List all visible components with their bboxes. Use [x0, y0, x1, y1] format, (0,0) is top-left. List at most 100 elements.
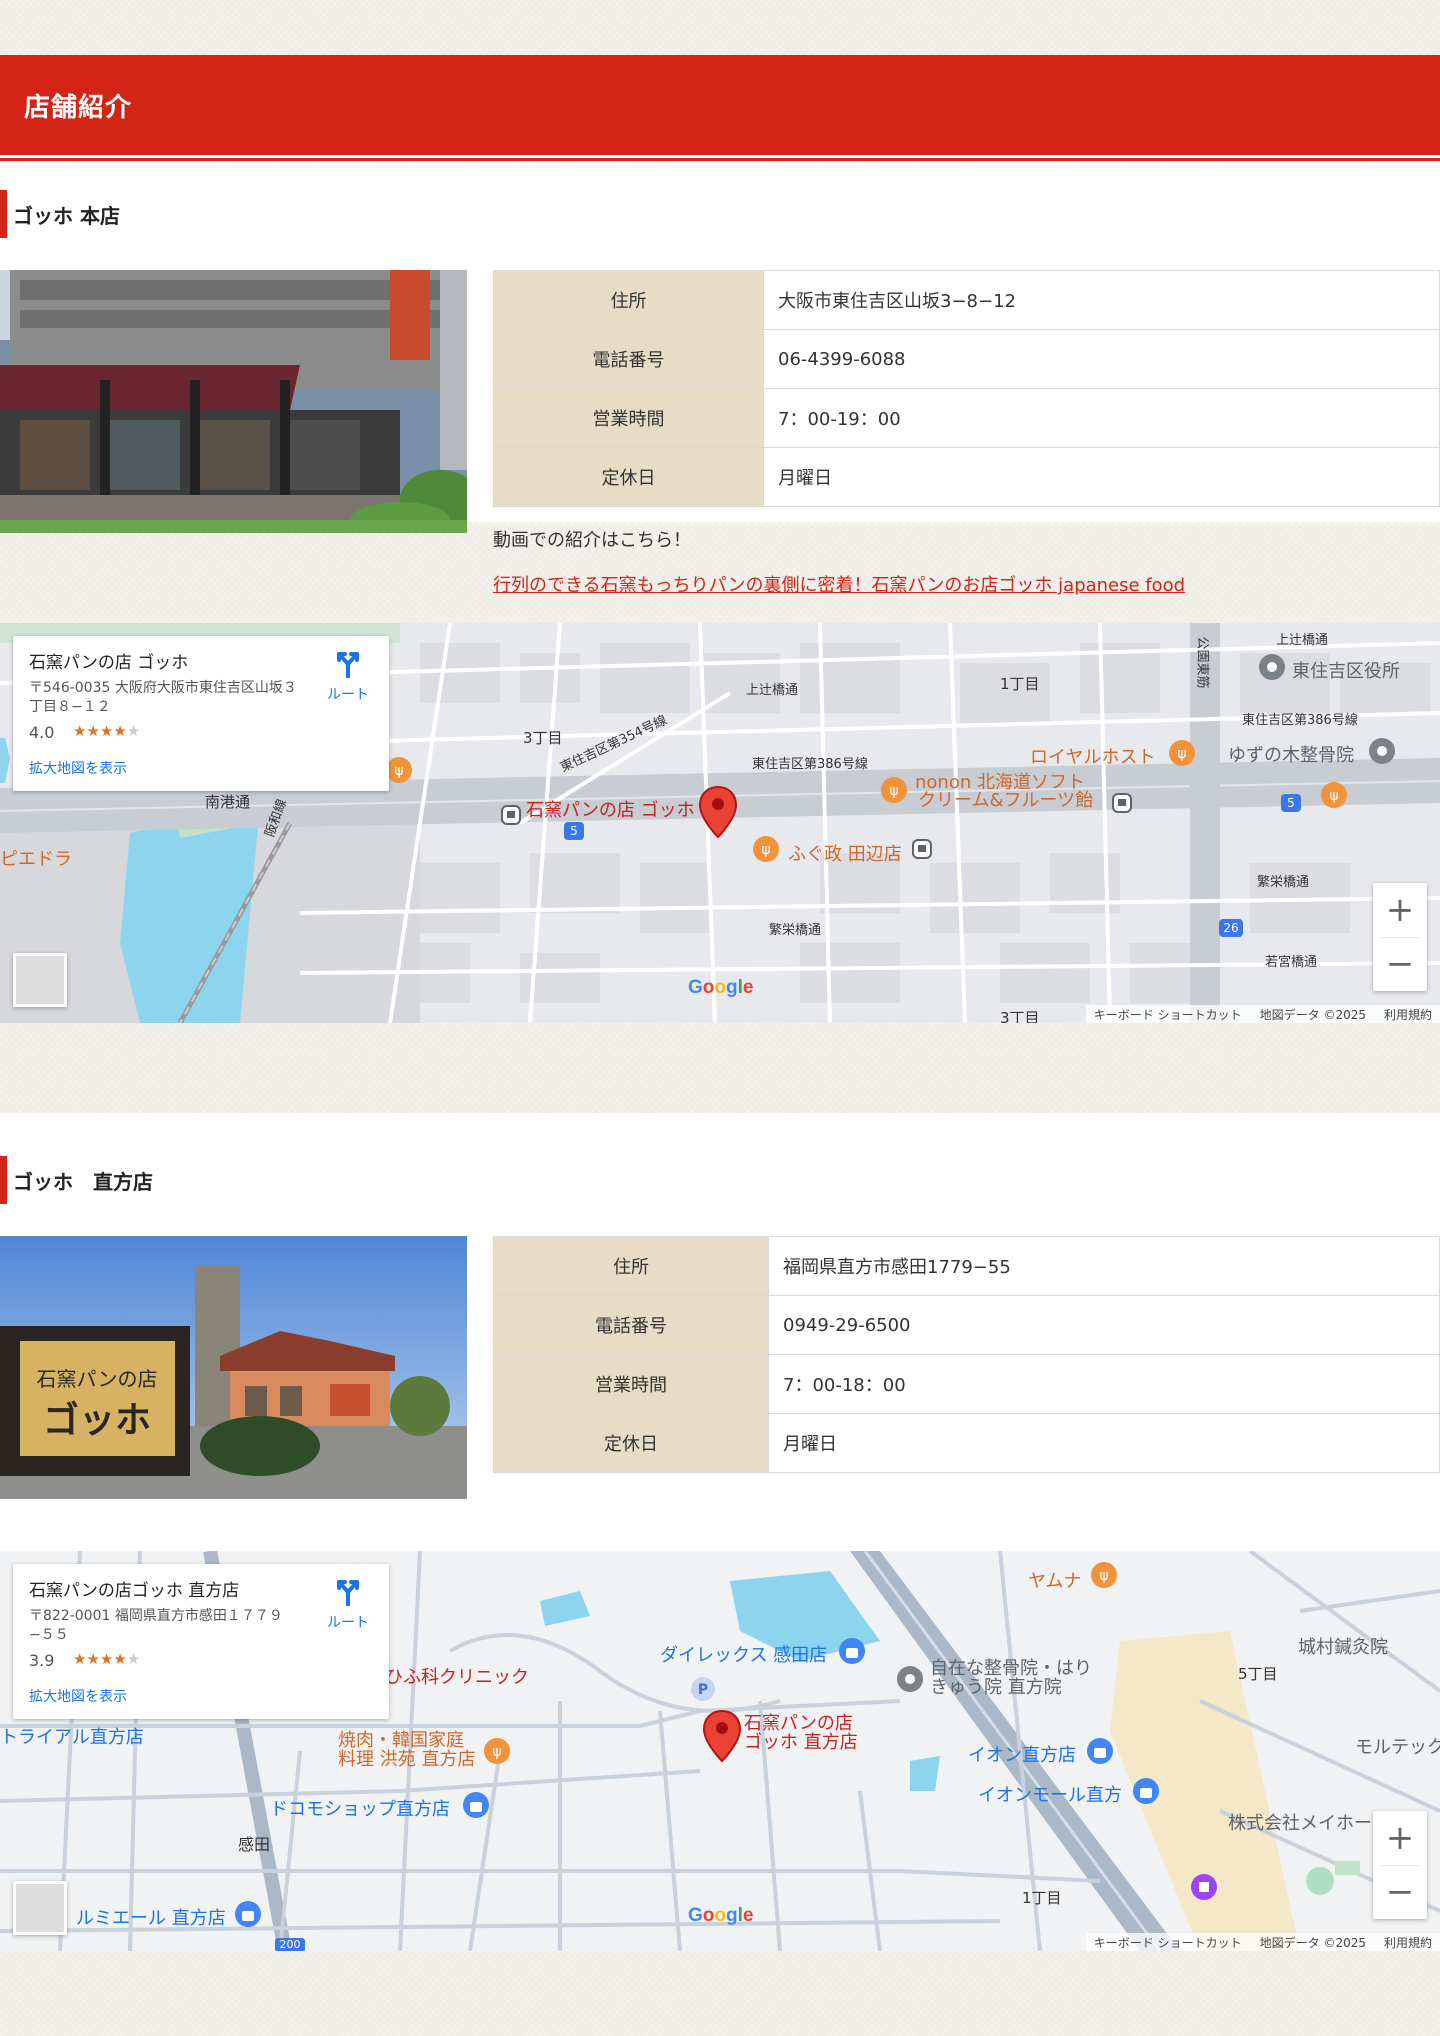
terms-link[interactable]: 利用規約 [1384, 1006, 1432, 1023]
landmark-icon[interactable] [1190, 1873, 1218, 1901]
map-nogata[interactable]: 石窯パンの店 ゴッホ 直方店 ヤムナ ダイレックス 感田店 自在な整骨院・はり … [0, 1551, 1440, 1951]
map-honten[interactable]: 石窯パンの店 ゴッホ 東住吉区役所 ロイヤルホスト ゆずの木整骨院 nonon … [0, 623, 1440, 1023]
store-photo-honten [0, 270, 467, 533]
table-row: 営業時間 7：00-19：00 [493, 388, 1440, 448]
restaurant-icon[interactable]: ψ [1168, 739, 1196, 767]
poi-clinic[interactable]: ひふ科クリニック [385, 1663, 529, 1689]
pegman-icon[interactable] [13, 953, 67, 1007]
table-row: 定休日 月曜日 [493, 1413, 1440, 1473]
table-row: 電話番号 0949-29-6500 [493, 1295, 1440, 1355]
shopping-icon[interactable] [838, 1637, 866, 1665]
poi-jizai-2[interactable]: きゅう院 直方院 [930, 1678, 1062, 1697]
map-data-text: 地図データ ©2025 [1259, 1935, 1366, 1950]
address-label: 住所 [493, 1236, 769, 1296]
poi-aeon[interactable]: イオン直方店 [968, 1741, 1076, 1767]
street-386b: 東住吉区第386号線 [1242, 713, 1358, 728]
larger-map-link[interactable]: 拡大地図を表示 [29, 758, 127, 778]
table-row: 営業時間 7：00-18：00 [493, 1354, 1440, 1414]
poi-royal-host[interactable]: ロイヤルホスト [1030, 743, 1155, 769]
marker-pin-icon[interactable] [702, 1709, 742, 1763]
place-card: 石窯パンの店ゴッホ 直方店 〒822-0001 福岡県直方市感田１７７９−５５ … [13, 1564, 389, 1719]
parking-icon[interactable]: P [690, 1676, 716, 1702]
shopping-icon[interactable] [462, 1791, 490, 1819]
keyboard-shortcuts-link[interactable]: キーボード ショートカット [1094, 1934, 1242, 1951]
google-logo: Google [688, 1905, 754, 1926]
poi-yakiniku-1[interactable]: 焼肉・韓国家庭 [338, 1731, 464, 1750]
place-address: 〒546-0035 大阪府大阪市東住吉区山坂３丁目８−１２ [29, 680, 297, 715]
bus-stop-icon[interactable] [501, 805, 521, 825]
place-card: 石窯パンの店 ゴッホ 〒546-0035 大阪府大阪市東住吉区山坂３丁目８−１２… [13, 636, 389, 791]
street-kamitsuji-2: 上辻橋通 [1276, 633, 1329, 648]
poi-yamuna[interactable]: ヤムナ [1028, 1567, 1081, 1593]
bus-stop-icon[interactable] [912, 839, 932, 859]
restaurant-icon[interactable]: ψ [385, 756, 413, 784]
zoom-out-button[interactable]: − [1373, 1865, 1427, 1919]
landmark-icon[interactable] [1258, 653, 1286, 681]
store-info-table-honten: 住所 大阪市東住吉区山坂3−8−12 電話番号 06-4399-6088 営業時… [493, 270, 1440, 507]
bus-stop-icon[interactable] [1112, 793, 1132, 813]
poi-higashisumiyoshi[interactable]: 東住吉区役所 [1292, 657, 1400, 683]
directions-icon [337, 652, 359, 679]
street-hanei-1: 繁栄橋通 [769, 923, 822, 938]
poi-lumiere[interactable]: ルミエール 直方店 [76, 1904, 226, 1930]
poi-aeonmall[interactable]: イオンモール直方 [978, 1781, 1122, 1807]
pegman-icon[interactable] [13, 1881, 67, 1935]
poi-piedora[interactable]: ピエドラ [0, 845, 72, 871]
landmark-icon[interactable] [1368, 737, 1396, 765]
table-row: 住所 福岡県直方市感田1779−55 [493, 1236, 1440, 1296]
district-1chome: 1丁目 [1022, 1889, 1062, 1907]
closed-value: 月曜日 [763, 447, 1440, 507]
terms-link[interactable]: 利用規約 [1384, 1934, 1432, 1951]
zoom-in-button[interactable]: + [1373, 883, 1427, 937]
street-hanei-2: 繁栄橋通 [1257, 875, 1310, 890]
restaurant-icon[interactable]: ψ [483, 1737, 511, 1765]
poi-fukumasa[interactable]: ふぐ政 田辺店 [788, 840, 902, 866]
keyboard-shortcuts-link[interactable]: キーボード ショートカット [1094, 1006, 1242, 1023]
directions-button[interactable]: ルート [318, 650, 378, 704]
directions-button[interactable]: ルート [318, 1578, 378, 1632]
address-value: 大阪市東住吉区山坂3−8−12 [763, 270, 1440, 330]
hours-value: 7：00-18：00 [768, 1354, 1440, 1414]
phone-value: 06-4399-6088 [763, 329, 1440, 389]
route-shield-26: 26 [1219, 919, 1243, 937]
zoom-controls: + − [1373, 883, 1427, 991]
map-attribution: キーボード ショートカット 地図データ ©2025 利用規約 [1085, 1005, 1440, 1023]
svg-text:ψ: ψ [1177, 746, 1186, 762]
store-photo-nogata: 石窯パンの店 ゴッホ [0, 1236, 467, 1499]
poi-docomo[interactable]: ドコモショップ直方店 [270, 1795, 450, 1821]
shopping-icon[interactable] [234, 1900, 262, 1928]
shopping-icon[interactable] [1132, 1777, 1160, 1805]
svg-text:ψ: ψ [1329, 788, 1338, 804]
poi-meiho[interactable]: 株式会社メイホー [1228, 1809, 1372, 1835]
closed-label: 定休日 [493, 1413, 769, 1473]
poi-nonon-2[interactable]: クリーム&フルーツ飴 [918, 791, 1093, 810]
place-name: 石窯パンの店 ゴッホ [29, 653, 189, 673]
marker-pin-icon[interactable] [698, 785, 738, 839]
video-link[interactable]: 行列のできる石窯もっちりパンの裏側に密着！石窯パンのお店ゴッホ japanese… [493, 571, 1185, 597]
restaurant-icon[interactable]: ψ [752, 835, 780, 863]
district-3chome-a: 3丁目 [523, 729, 563, 747]
zoom-out-button[interactable]: − [1373, 937, 1427, 991]
restaurant-icon[interactable]: ψ [1090, 1561, 1118, 1589]
larger-map-link[interactable]: 拡大地図を表示 [29, 1686, 127, 1706]
store-heading: ゴッホ 直方店 [0, 1156, 153, 1204]
poi-jizai-1[interactable]: 自在な整骨院・はり [930, 1659, 1092, 1678]
zoom-in-button[interactable]: + [1373, 1811, 1427, 1865]
poi-jomura[interactable]: 城村鍼灸院 [1298, 1633, 1388, 1659]
poi-yakiniku-2[interactable]: 料理 洪苑 直方店 [338, 1750, 475, 1769]
poi-trial[interactable]: トライアル直方店 [0, 1723, 144, 1749]
phone-label: 電話番号 [493, 1295, 769, 1355]
landmark-icon[interactable] [896, 1665, 924, 1693]
page-header: 店舗紹介 [0, 55, 1440, 158]
place-rating: 4.0 [29, 723, 55, 742]
district-3chome-b: 3丁目 [1000, 1009, 1040, 1023]
poi-morute[interactable]: モルテック [1355, 1733, 1440, 1759]
restaurant-icon[interactable]: ψ [1320, 781, 1348, 809]
place-rating: 3.9 [29, 1651, 55, 1670]
shopping-icon[interactable] [1086, 1737, 1114, 1765]
route-shield-5b: 5 [1281, 794, 1301, 812]
restaurant-icon[interactable]: ψ [880, 776, 908, 804]
map-attribution: キーボード ショートカット 地図データ ©2025 利用規約 [1085, 1933, 1440, 1951]
poi-yuzunoki[interactable]: ゆずの木整骨院 [1228, 741, 1354, 767]
poi-dailex[interactable]: ダイレックス 感田店 [660, 1641, 827, 1667]
